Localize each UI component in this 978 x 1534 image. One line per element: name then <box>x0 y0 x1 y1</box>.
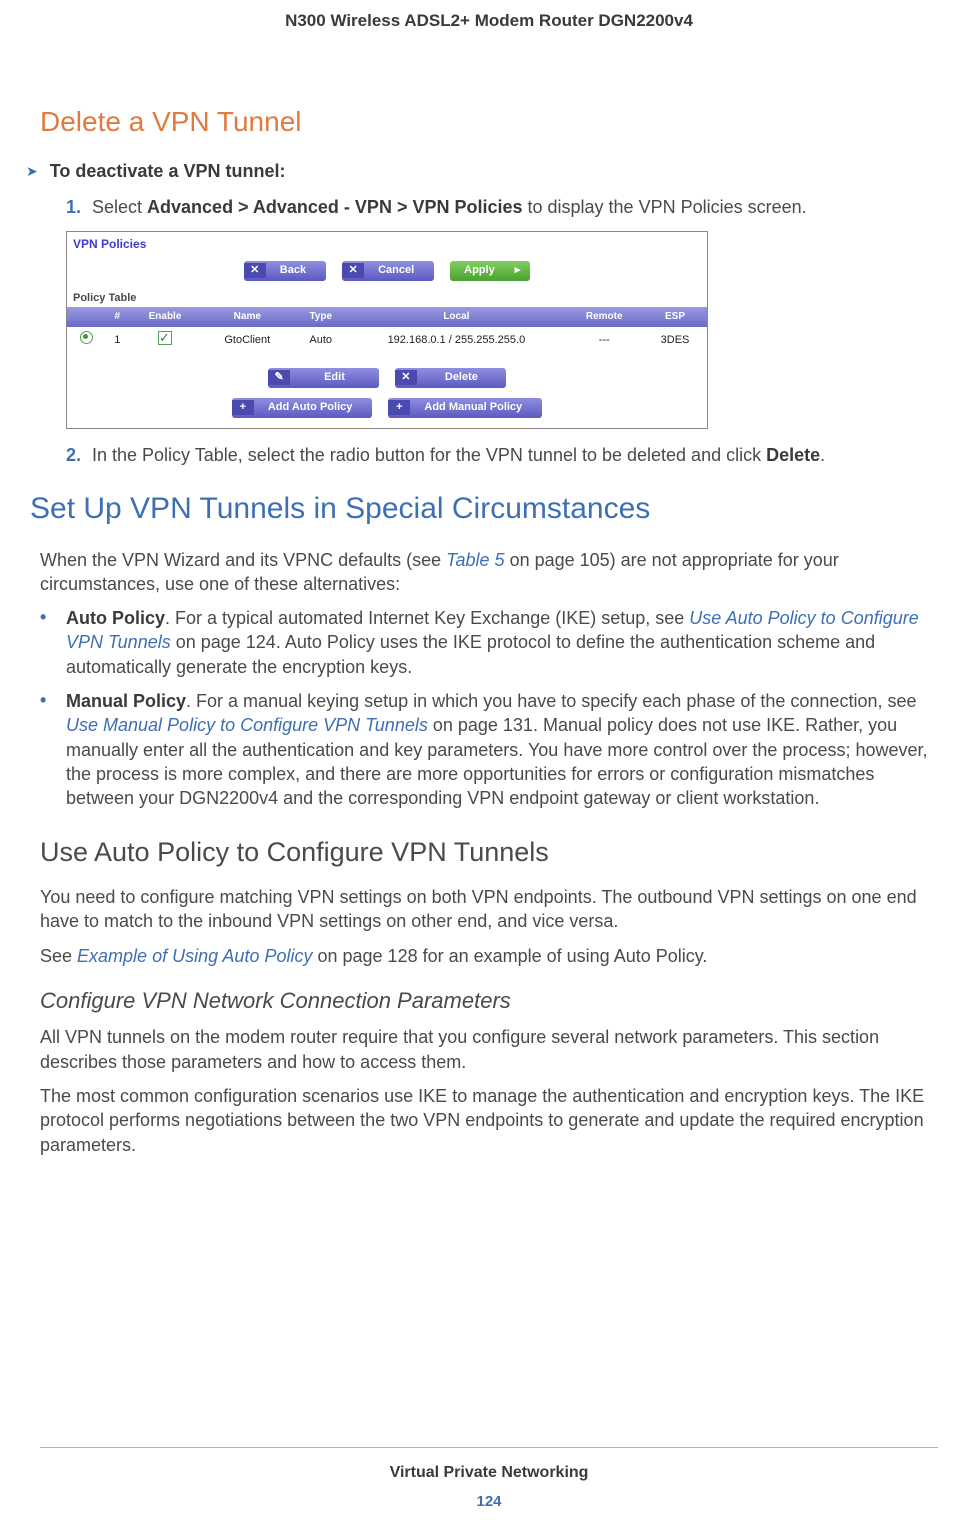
bullet-auto-policy: • Auto Policy. For a typical automated I… <box>40 606 938 679</box>
add-manual-policy-button[interactable]: +Add Manual Policy <box>388 398 542 418</box>
heading-use-auto-policy: Use Auto Policy to Configure VPN Tunnels <box>40 834 938 870</box>
vpn-policies-screenshot: VPN Policies ✕Back ✕Cancel Apply▸ Policy… <box>66 231 708 428</box>
col-enable: Enable <box>130 307 201 327</box>
bullet-icon: • <box>40 689 66 810</box>
bullet-icon: • <box>40 606 66 679</box>
cell-local: 192.168.0.1 / 255.255.255.0 <box>347 327 565 354</box>
cell-name: GtoClient <box>200 327 294 354</box>
back-button[interactable]: ✕Back <box>244 261 326 281</box>
cancel-button[interactable]: ✕Cancel <box>342 261 434 281</box>
add-auto-policy-button[interactable]: +Add Auto Policy <box>232 398 373 418</box>
col-num: # <box>105 307 130 327</box>
bullet2-title: Manual Policy <box>66 691 186 711</box>
col-esp: ESP <box>643 307 707 327</box>
page-content: Delete a VPN Tunnel ➤ To deactivate a VP… <box>40 33 938 1157</box>
row-radio[interactable] <box>80 331 93 344</box>
step1-menu-path: Advanced > Advanced - VPN > VPN Policies <box>147 197 522 217</box>
step2-text-pre: In the Policy Table, select the radio bu… <box>92 445 766 465</box>
heading-delete-vpn-tunnel: Delete a VPN Tunnel <box>40 103 938 141</box>
screenshot-title: VPN Policies <box>67 232 707 258</box>
table-row: 1 GtoClient Auto 192.168.0.1 / 255.255.2… <box>67 327 707 354</box>
procedure-label: To deactivate a VPN tunnel: <box>50 159 286 183</box>
link-table-5[interactable]: Table 5 <box>446 550 504 570</box>
bullet-manual-policy: • Manual Policy. For a manual keying set… <box>40 689 938 810</box>
cell-num: 1 <box>105 327 130 354</box>
col-local: Local <box>347 307 565 327</box>
pencil-icon: ✎ <box>268 370 290 385</box>
params-p2: The most common configuration scenarios … <box>40 1084 938 1157</box>
step1-text-pre: Select <box>92 197 147 217</box>
heading-configure-vpn-params: Configure VPN Network Connection Paramet… <box>40 986 938 1016</box>
procedure-intro: ➤ To deactivate a VPN tunnel: <box>26 159 938 183</box>
footer-page-number: 124 <box>0 1492 978 1512</box>
step-2: 2. In the Policy Table, select the radio… <box>66 443 938 467</box>
col-remote: Remote <box>565 307 643 327</box>
cell-remote: --- <box>565 327 643 354</box>
apply-button[interactable]: Apply▸ <box>450 261 530 281</box>
play-icon: ▸ <box>515 263 531 278</box>
plus-icon: + <box>388 400 410 415</box>
edit-button[interactable]: ✎Edit <box>268 368 379 388</box>
auto-policy-p2: See Example of Using Auto Policy on page… <box>40 944 938 968</box>
policy-table: # Enable Name Type Local Remote ESP 1 Gt… <box>67 307 707 353</box>
footer-chapter: Virtual Private Networking <box>0 1462 978 1484</box>
bullet1-title: Auto Policy <box>66 608 165 628</box>
auto-policy-p1: You need to configure matching VPN setti… <box>40 885 938 934</box>
heading-setup-vpn-tunnels: Set Up VPN Tunnels in Special Circumstan… <box>30 489 938 530</box>
step-number: 2. <box>66 443 92 467</box>
x-icon: ✕ <box>342 263 364 278</box>
link-example-auto-policy[interactable]: Example of Using Auto Policy <box>77 946 312 966</box>
x-icon: ✕ <box>395 370 417 385</box>
step-1: 1. Select Advanced > Advanced - VPN > VP… <box>66 195 938 219</box>
col-name: Name <box>200 307 294 327</box>
plus-icon: + <box>232 400 254 415</box>
cell-type: Auto <box>294 327 347 354</box>
table-header-row: # Enable Name Type Local Remote ESP <box>67 307 707 327</box>
enable-checkbox[interactable] <box>158 331 172 345</box>
step-number: 1. <box>66 195 92 219</box>
setup-intro: When the VPN Wizard and its VPNC default… <box>40 548 938 597</box>
step2-text-post: . <box>820 445 825 465</box>
cell-esp: 3DES <box>643 327 707 354</box>
x-icon: ✕ <box>244 263 266 278</box>
chevron-right-icon: ➤ <box>26 159 38 183</box>
params-p1: All VPN tunnels on the modem router requ… <box>40 1025 938 1074</box>
page-footer: Virtual Private Networking 124 <box>0 1447 978 1512</box>
step2-bold: Delete <box>766 445 820 465</box>
step1-text-post: to display the VPN Policies screen. <box>523 197 807 217</box>
delete-button[interactable]: ✕Delete <box>395 368 506 388</box>
col-type: Type <box>294 307 347 327</box>
link-use-manual-policy[interactable]: Use Manual Policy to Configure VPN Tunne… <box>66 715 428 735</box>
table-caption: Policy Table <box>67 289 707 308</box>
doc-header-title: N300 Wireless ADSL2+ Modem Router DGN220… <box>40 0 938 33</box>
